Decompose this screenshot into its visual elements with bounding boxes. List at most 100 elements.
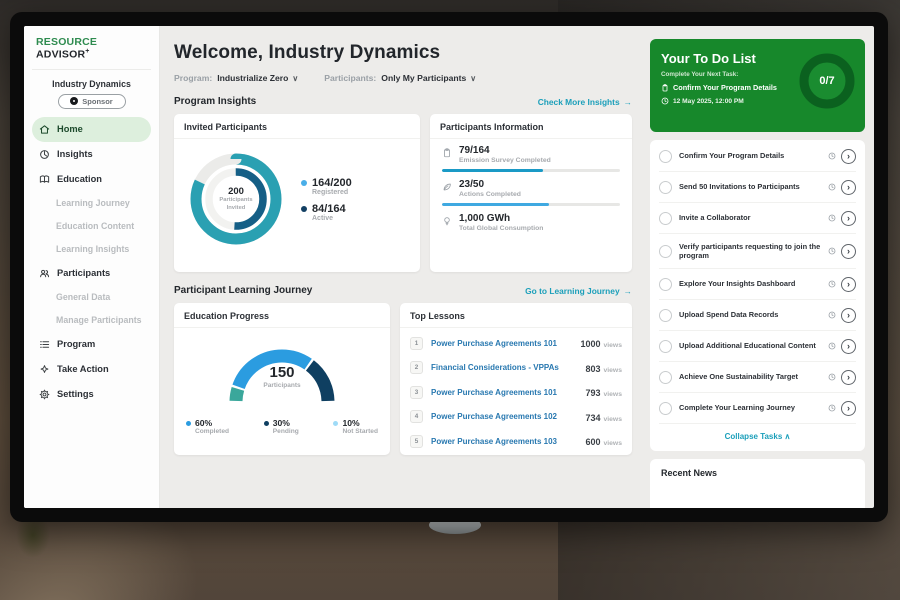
invited-donut-chart: 200 Participants Invited: [184, 147, 288, 251]
sidebar-item-insights[interactable]: Insights: [32, 142, 151, 167]
sidebar-item-label: Learning Insights: [56, 244, 129, 254]
task-open-button[interactable]: ›: [841, 277, 856, 292]
lesson-link[interactable]: Power Purchase Agreements 102: [431, 412, 585, 421]
info-value: 1,000 GWh: [459, 213, 543, 224]
program-filter[interactable]: Program:Industrialize Zero∨: [174, 73, 298, 83]
task-checkbox[interactable]: [659, 340, 672, 353]
sponsor-badge-icon: [70, 97, 78, 105]
participants-information-card: Participants Information 79/164 Emission…: [430, 114, 632, 272]
lesson-row: 4 Power Purchase Agreements 102 734views: [410, 405, 622, 430]
task-open-button[interactable]: ›: [841, 211, 856, 226]
card-title: Participants Information: [430, 114, 632, 139]
task-checkbox[interactable]: [659, 278, 672, 291]
sidebar-item-participants[interactable]: Participants: [32, 261, 151, 286]
book-icon: [39, 174, 50, 185]
participants-filter[interactable]: Participants:Only My Participants∨: [324, 73, 476, 83]
task-row: Complete Your Learning Journey ›: [659, 393, 856, 424]
task-open-button[interactable]: ›: [841, 339, 856, 354]
sidebar-item-take-action[interactable]: Take Action: [32, 357, 151, 382]
clock-icon: [828, 214, 836, 222]
scene: RESOURCE ADVISOR+ Industry Dynamics Spon…: [0, 0, 900, 600]
lesson-row: 1 Power Purchase Agreements 101 1000view…: [410, 331, 622, 356]
sponsor-badge-label: Sponsor: [82, 97, 112, 106]
clock-icon: [661, 97, 669, 105]
task-checkbox[interactable]: [659, 150, 672, 163]
link-label: Collapse Tasks: [725, 432, 783, 441]
lesson-views: 1000views: [580, 334, 622, 352]
legend-item-completed: 60% Completed: [186, 418, 229, 435]
task-open-button[interactable]: ›: [841, 308, 856, 323]
task-open-button[interactable]: ›: [841, 370, 856, 385]
sidebar-item-learning-journey[interactable]: Learning Journey: [32, 192, 151, 215]
education-progress-card: Education Progress 150: [174, 303, 390, 455]
invited-participants-card: Invited Participants 200: [174, 114, 420, 272]
todo-progress-ring: 0/7: [798, 52, 856, 110]
lesson-views: 803views: [585, 359, 622, 377]
logo-plus: +: [85, 48, 89, 55]
legend-dot: [186, 421, 191, 426]
lesson-rank: 4: [410, 410, 423, 423]
legend-value: 164/200: [312, 177, 352, 189]
program-insights-header: Program Insights Check More Insights→: [174, 96, 632, 107]
task-checkbox[interactable]: [659, 212, 672, 225]
lesson-link[interactable]: Power Purchase Agreements 101: [431, 339, 580, 348]
invited-legend: 164/200 Registered 84/164 Active: [301, 170, 352, 229]
task-open-button[interactable]: ›: [841, 401, 856, 416]
clock-icon: [828, 373, 836, 381]
info-label: Emission Survey Completed: [459, 157, 551, 164]
task-open-button[interactable]: ›: [841, 149, 856, 164]
sidebar-item-education[interactable]: Education: [32, 167, 151, 192]
donut-center-value: 200: [228, 186, 244, 197]
lesson-rank: 2: [410, 361, 423, 374]
collapse-tasks-link[interactable]: Collapse Tasks ∧: [659, 424, 856, 450]
lesson-link[interactable]: Power Purchase Agreements 101: [431, 388, 585, 397]
bulb-icon: [442, 216, 452, 226]
sidebar-item-program[interactable]: Program: [32, 332, 151, 357]
chevron-down-icon: ∨: [470, 74, 476, 83]
lesson-link[interactable]: Financial Considerations - VPPAs: [431, 363, 585, 372]
sidebar-item-label: Settings: [57, 389, 94, 399]
clock-icon: [828, 404, 836, 412]
insights-icon: [39, 149, 50, 160]
clipboard-icon: [442, 148, 452, 158]
app-logo: RESOURCE ADVISOR+: [32, 36, 151, 70]
task-checkbox[interactable]: [659, 371, 672, 384]
todo-task-list: Confirm Your Program Details › Send 50 I…: [650, 140, 865, 451]
sidebar-item-general-data[interactable]: General Data: [32, 286, 151, 309]
check-more-insights-link[interactable]: Check More Insights→: [538, 97, 632, 107]
task-checkbox[interactable]: [659, 402, 672, 415]
sidebar-item-education-content[interactable]: Education Content: [32, 215, 151, 238]
education-legend: 60% Completed 30% Pending 10% Not Starte…: [174, 410, 390, 435]
info-label: Total Global Consumption: [459, 225, 543, 232]
task-checkbox[interactable]: [659, 245, 672, 258]
education-gauge-chart: 150 Participants: [218, 338, 346, 410]
sidebar-item-label: Education: [57, 174, 102, 184]
section-heading: Program Insights: [174, 96, 256, 107]
task-open-button[interactable]: ›: [841, 244, 856, 259]
lesson-row: 5 Power Purchase Agreements 103 600views: [410, 429, 622, 454]
sidebar-item-label: Program: [57, 339, 95, 349]
card-title: Invited Participants: [174, 114, 420, 139]
legend-label: Pending: [273, 428, 299, 435]
task-row: Explore Your Insights Dashboard ›: [659, 269, 856, 300]
sidebar: RESOURCE ADVISOR+ Industry Dynamics Spon…: [24, 26, 160, 508]
info-row-consumption: 1,000 GWh Total Global Consumption: [442, 213, 620, 232]
task-checkbox[interactable]: [659, 181, 672, 194]
legend-label: Completed: [195, 428, 229, 435]
main-content: Welcome, Industry Dynamics Program:Indus…: [160, 26, 646, 508]
go-to-learning-journey-link[interactable]: Go to Learning Journey→: [525, 286, 632, 296]
task-label: Achieve One Sustainability Target: [679, 372, 828, 382]
sidebar-item-settings[interactable]: Settings: [32, 382, 151, 407]
sidebar-item-home[interactable]: Home: [32, 117, 151, 142]
sidebar-item-manage-participants[interactable]: Manage Participants: [32, 309, 151, 332]
info-value: 79/164: [459, 145, 551, 156]
legend-value: 30%: [273, 418, 290, 428]
info-value: 23/50: [459, 179, 521, 190]
sidebar-item-label: Take Action: [57, 364, 109, 374]
lesson-link[interactable]: Power Purchase Agreements 103: [431, 437, 585, 446]
task-open-button[interactable]: ›: [841, 180, 856, 195]
legend-label: Registered: [312, 189, 352, 196]
task-checkbox[interactable]: [659, 309, 672, 322]
recent-news-title: Recent News: [661, 468, 854, 478]
sidebar-item-learning-insights[interactable]: Learning Insights: [32, 238, 151, 261]
